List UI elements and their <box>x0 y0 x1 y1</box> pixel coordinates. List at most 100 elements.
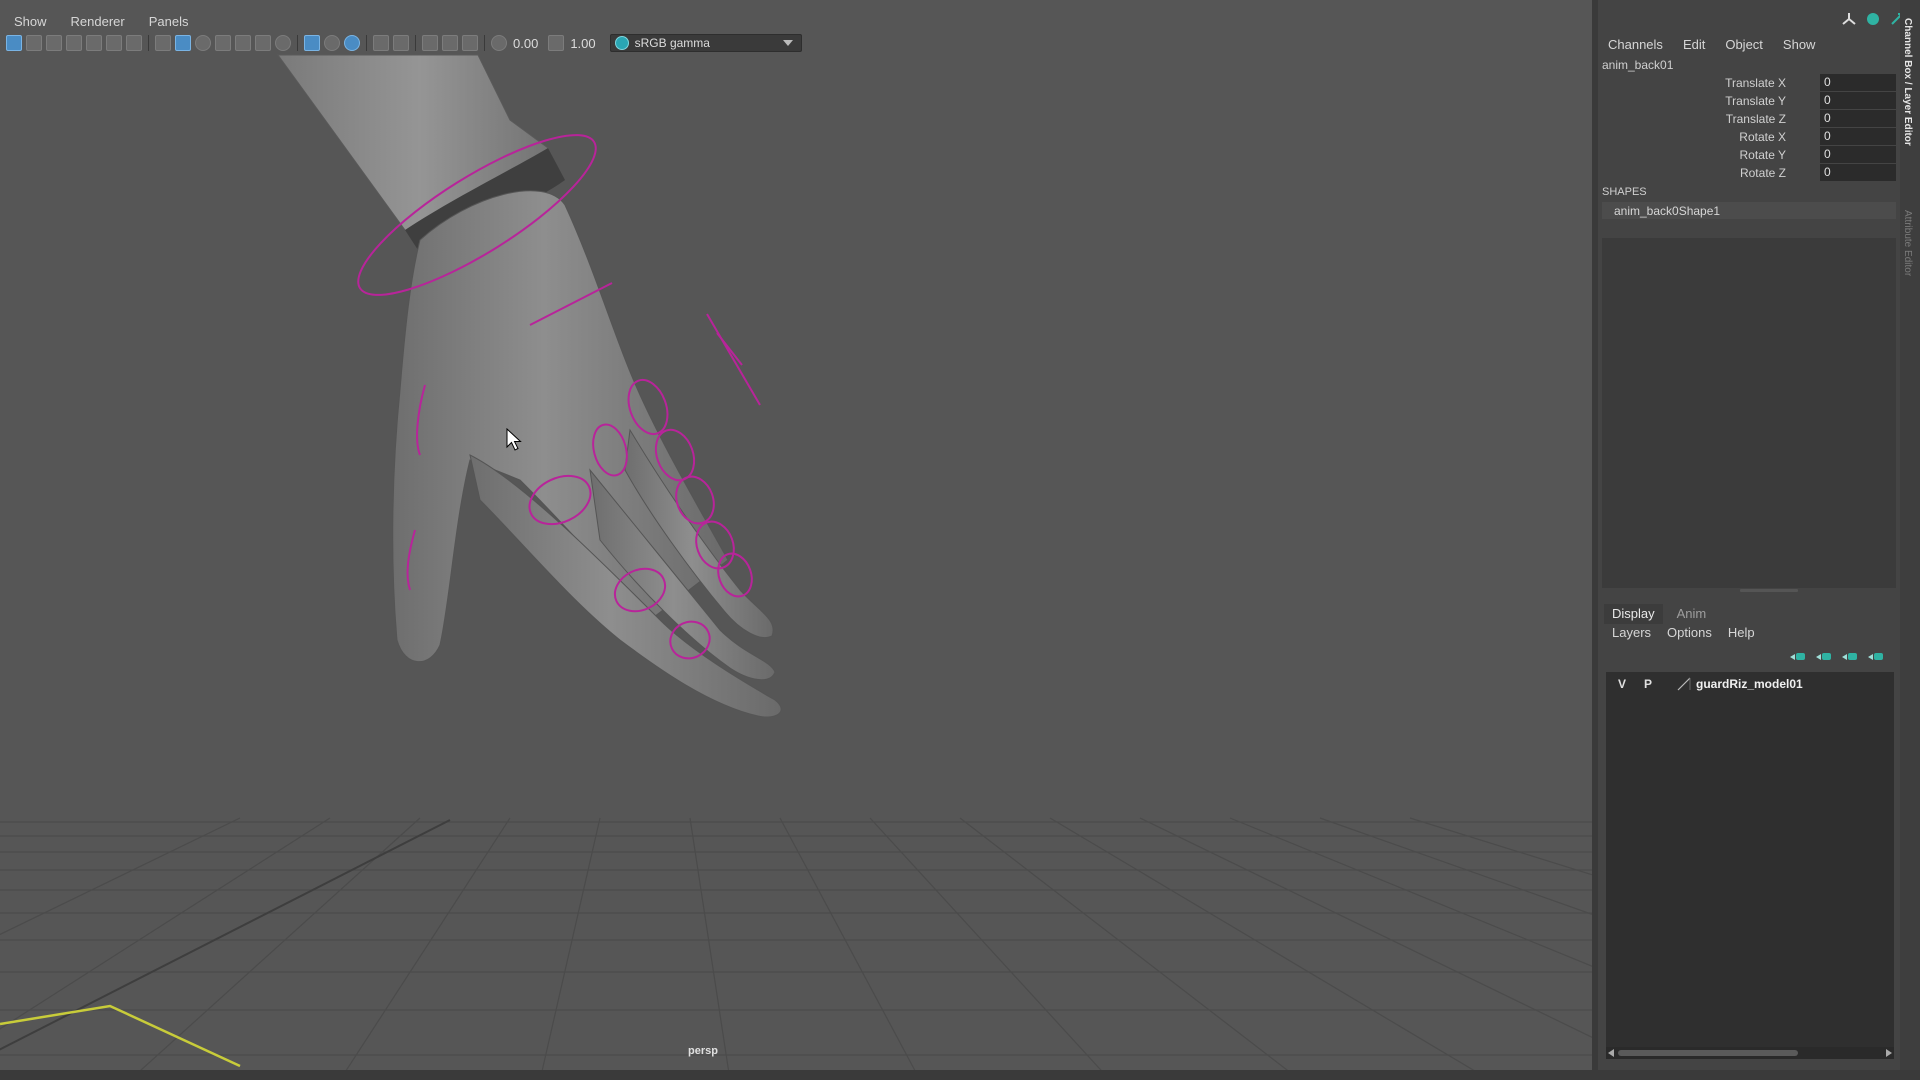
gate-mask-icon[interactable] <box>462 35 478 51</box>
exposure-value[interactable]: 0.00 <box>513 36 538 51</box>
toolbar-separator <box>484 35 485 51</box>
chevron-down-icon[interactable] <box>782 40 793 46</box>
select-tool-icon[interactable] <box>393 35 409 51</box>
scene-view[interactable] <box>0 0 1592 1080</box>
viewport-panel[interactable]: Show Renderer Panels 0.00 1.00 sRGB gamm… <box>0 0 1592 1080</box>
tab-display[interactable]: Display <box>1604 604 1663 624</box>
toolbar-separator <box>366 35 367 51</box>
safe-title-icon[interactable] <box>442 35 458 51</box>
panel-toolbar: 0.00 1.00 sRGB gamma <box>0 32 1592 54</box>
menu-show[interactable]: Show <box>0 14 57 29</box>
dock-header-icons <box>1832 12 1904 26</box>
layer-color-swatch-icon[interactable] <box>1676 676 1692 692</box>
channel-value-field[interactable]: 0 <box>1820 146 1896 163</box>
channel-row-rotate-x[interactable]: Rotate X 0 <box>1600 128 1896 146</box>
modeling-toolkit-icon[interactable] <box>1866 12 1880 26</box>
channel-value-field[interactable]: 0 <box>1820 128 1896 145</box>
channel-box-menubar: Channels Edit Object Show <box>1608 34 1835 54</box>
panel-split-handle[interactable] <box>1740 589 1798 592</box>
film-gate-icon[interactable] <box>106 35 122 51</box>
channel-label[interactable]: Translate Z <box>1726 112 1786 126</box>
layer-editor-menubar: Layers Options Help <box>1612 625 1771 640</box>
safe-action-icon[interactable] <box>422 35 438 51</box>
dock-divider[interactable] <box>1592 0 1598 1080</box>
tab-channel-box-layer-editor[interactable]: Channel Box / Layer Editor <box>1902 18 1913 146</box>
color-management-label: sRGB gamma <box>634 36 710 50</box>
scroll-right-icon[interactable] <box>1886 1049 1892 1057</box>
menu-options[interactable]: Options <box>1667 625 1712 640</box>
channel-label[interactable]: Translate X <box>1725 76 1786 90</box>
scrollbar-thumb[interactable] <box>1618 1050 1798 1056</box>
menu-object[interactable]: Object <box>1725 37 1773 52</box>
ambient-occlusion-icon[interactable] <box>275 35 291 51</box>
color-management-dropdown[interactable]: sRGB gamma <box>609 34 802 52</box>
grid-icon[interactable] <box>86 35 102 51</box>
panel-menubar: Show Renderer Panels <box>0 10 1592 32</box>
create-layer-from-selected-icon[interactable] <box>1868 650 1886 664</box>
layer-list-horizontal-scrollbar[interactable] <box>1606 1047 1894 1059</box>
menu-channels[interactable]: Channels <box>1608 37 1673 52</box>
image-plane-icon[interactable] <box>66 35 82 51</box>
menu-help[interactable]: Help <box>1728 625 1755 640</box>
wireframe-on-shaded-icon[interactable] <box>195 35 211 51</box>
channel-value-field[interactable]: 0 <box>1820 74 1896 91</box>
menu-panels[interactable]: Panels <box>135 14 199 29</box>
camera-attributes-icon[interactable] <box>26 35 42 51</box>
selected-object-name[interactable]: anim_back01 <box>1602 58 1673 72</box>
menu-layers[interactable]: Layers <box>1612 625 1651 640</box>
create-empty-layer-icon[interactable] <box>1842 650 1860 664</box>
select-camera-icon[interactable] <box>6 35 22 51</box>
layer-editor-tabs: Display Anim <box>1604 604 1720 624</box>
hand-mesh <box>392 190 782 718</box>
tab-attribute-editor[interactable]: Attribute Editor <box>1902 210 1913 276</box>
origin-axis <box>0 1004 241 1068</box>
toolbar-separator <box>415 35 416 51</box>
channel-row-translate-y[interactable]: Translate Y 0 <box>1600 92 1896 110</box>
layer-name[interactable]: guardRiz_model01 <box>1696 677 1803 691</box>
use-all-lights-icon[interactable] <box>235 35 251 51</box>
channel-row-rotate-z[interactable]: Rotate Z 0 <box>1600 164 1896 182</box>
channel-box-empty-area <box>1602 238 1896 588</box>
menu-edit[interactable]: Edit <box>1683 37 1715 52</box>
channel-label[interactable]: Rotate Y <box>1740 148 1786 162</box>
scroll-left-icon[interactable] <box>1608 1049 1614 1057</box>
wireframe-icon[interactable] <box>155 35 171 51</box>
textured-icon[interactable] <box>215 35 231 51</box>
mouse-cursor-icon <box>506 428 522 451</box>
color-management-icon[interactable] <box>614 36 629 50</box>
channel-label[interactable]: Translate Y <box>1725 94 1786 108</box>
layer-list: V P guardRiz_model01 <box>1606 672 1894 1052</box>
resolution-gate-icon[interactable] <box>126 35 142 51</box>
shadows-icon[interactable] <box>255 35 271 51</box>
channel-row-translate-z[interactable]: Translate Z 0 <box>1600 110 1896 128</box>
menu-show-channels[interactable]: Show <box>1783 37 1826 52</box>
xray-icon[interactable] <box>324 35 340 51</box>
layer-row[interactable]: V P guardRiz_model01 <box>1606 674 1894 694</box>
shapes-header: SHAPES <box>1602 186 1647 198</box>
move-layer-up-icon[interactable] <box>1790 650 1808 664</box>
channel-label[interactable]: Rotate X <box>1739 130 1786 144</box>
smooth-shade-icon[interactable] <box>175 35 191 51</box>
channel-label[interactable]: Rotate Z <box>1740 166 1786 180</box>
layer-visibility-toggle[interactable]: V <box>1614 677 1630 691</box>
shape-node-row[interactable]: anim_back0Shape1 <box>1602 202 1896 219</box>
channel-value-field[interactable]: 0 <box>1820 164 1896 181</box>
xray-joints-icon[interactable] <box>344 35 360 51</box>
bookmarks-icon[interactable] <box>46 35 62 51</box>
axis-icon[interactable] <box>1842 12 1856 26</box>
layer-playback-toggle[interactable]: P <box>1640 677 1656 691</box>
gamma-icon[interactable] <box>548 35 565 51</box>
gamma-value[interactable]: 1.00 <box>570 36 595 51</box>
dock-side-tabs: Channel Box / Layer Editor Attribute Edi… <box>1900 0 1920 1080</box>
move-layer-down-icon[interactable] <box>1816 650 1834 664</box>
tab-anim[interactable]: Anim <box>1669 604 1715 624</box>
bottom-status-bar <box>0 1070 1920 1080</box>
channel-value-field[interactable]: 0 <box>1820 110 1896 127</box>
menu-renderer[interactable]: Renderer <box>57 14 135 29</box>
channel-row-translate-x[interactable]: Translate X 0 <box>1600 74 1896 92</box>
backface-culling-icon[interactable] <box>373 35 389 51</box>
channel-value-field[interactable]: 0 <box>1820 92 1896 109</box>
exposure-icon[interactable] <box>491 35 507 51</box>
channel-row-rotate-y[interactable]: Rotate Y 0 <box>1600 146 1896 164</box>
isolate-select-icon[interactable] <box>304 35 320 51</box>
